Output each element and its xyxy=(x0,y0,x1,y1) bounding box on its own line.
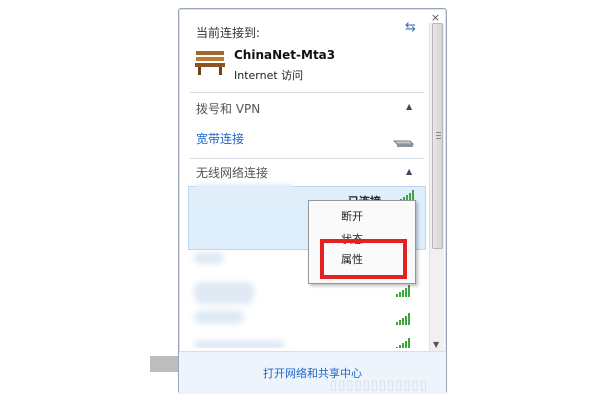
divider xyxy=(190,92,424,93)
wifi-signal-icon xyxy=(396,338,412,348)
dialup-vpn-section-title[interactable]: 拨号和 VPN xyxy=(196,100,260,117)
wifi-signal-icon xyxy=(396,285,412,297)
flyout-content: 当前连接到: ⇆ ChinaNet-Mta3 Internet 访问 拨号和 V… xyxy=(180,10,426,348)
properties-highlight-box xyxy=(320,239,407,279)
network-access-status: Internet 访问 xyxy=(234,69,304,82)
context-menu-disconnect[interactable]: 断开 xyxy=(341,208,363,224)
modem-icon xyxy=(392,140,414,147)
blurred-network-row[interactable] xyxy=(194,252,224,264)
chevron-up-icon[interactable]: ▲ xyxy=(406,102,412,111)
network-name: ChinaNet-Mta3 xyxy=(234,48,336,62)
blurred-network-row[interactable] xyxy=(194,310,244,324)
blurred-network-name xyxy=(194,184,294,198)
divider xyxy=(190,158,424,159)
broadband-connection-link[interactable]: 宽带连接 xyxy=(196,130,244,147)
scrollbar[interactable]: ▼ xyxy=(429,23,444,351)
scrollbar-thumb[interactable] xyxy=(432,23,443,249)
chevron-up-icon[interactable]: ▲ xyxy=(406,167,412,176)
blurred-network-row[interactable] xyxy=(194,282,254,304)
current-connection-label: 当前连接到: xyxy=(196,26,261,40)
bench-network-icon xyxy=(195,51,225,75)
wifi-signal-icon xyxy=(396,313,412,325)
scroll-down-arrow-icon[interactable]: ▼ xyxy=(433,340,439,349)
blurred-network-row[interactable] xyxy=(194,340,284,348)
refresh-icon[interactable]: ⇆ xyxy=(405,20,416,35)
wireless-section-title[interactable]: 无线网络连接 xyxy=(196,164,268,181)
watermark: ▯▯▯▯▯▯▯▯▯▯▯▯ xyxy=(330,378,428,393)
